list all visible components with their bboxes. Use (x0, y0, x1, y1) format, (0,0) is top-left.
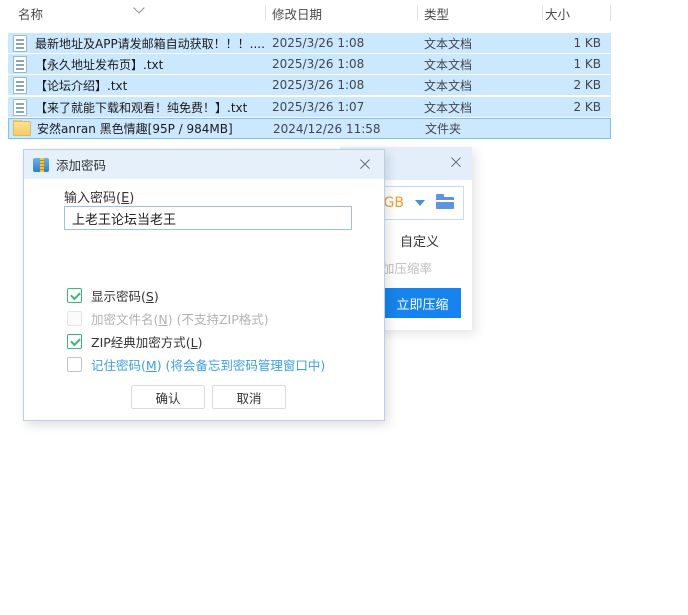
sort-ascending-icon (133, 2, 144, 13)
text-file-icon (13, 99, 27, 116)
dialog-titlebar: 添加密码 × (24, 150, 384, 179)
file-list: 名称 修改日期 类型 大小 最新地址及APP请发邮箱自动获取！！！.... 20… (8, 0, 620, 26)
file-size: 1 KB (543, 36, 601, 50)
file-size: 2 KB (543, 100, 601, 114)
checkbox-show-password[interactable]: 显示密码(S) (67, 287, 159, 303)
zip-archive-icon (33, 158, 49, 172)
file-row[interactable]: 【论坛介绍】.txt 2025/3/26 1:08 文本文档 2 KB (8, 75, 611, 95)
file-type: 文本文档 (418, 56, 543, 73)
cancel-button[interactable]: 取消 (212, 385, 286, 409)
compress-now-button[interactable]: 立即压缩 (384, 288, 461, 318)
file-name-cell: 最新地址及APP请发邮箱自动获取！！！.... (8, 35, 266, 52)
file-row[interactable]: 【永久地址发布页】.txt 2025/3/26 1:08 文本文档 1 KB (8, 54, 611, 74)
column-header-name-label: 名称 (18, 4, 43, 23)
file-name-cell: 安然anran 黑色情趣[95P / 984MB] (9, 120, 267, 137)
checkbox-checked-icon[interactable] (67, 334, 82, 349)
add-password-dialog: 添加密码 × 输入密码(E) 显示密码(S) 加密文件名(N) (不支持ZIP格… (23, 149, 385, 421)
browse-folder-icon[interactable] (436, 197, 454, 209)
custom-option[interactable]: 自定义 (400, 231, 439, 250)
close-icon[interactable]: × (354, 153, 376, 175)
file-list-header: 名称 修改日期 类型 大小 (8, 0, 620, 26)
column-header-name[interactable]: 名称 (8, 0, 266, 26)
column-header-size[interactable]: 大小 (543, 0, 611, 26)
file-row-selected[interactable]: 安然anran 黑色情趣[95P / 984MB] 2024/12/26 11:… (8, 118, 611, 139)
file-name: 安然anran 黑色情趣[95P / 984MB] (37, 120, 233, 137)
dialog-title: 添加密码 (56, 155, 106, 174)
checkbox-label: 显示密码(S) (91, 286, 159, 305)
column-header-date[interactable]: 修改日期 (266, 0, 418, 26)
checkbox-disabled-icon (67, 311, 82, 326)
file-name-cell: 【来了就能下载和观看！纯免费！】.txt (8, 99, 266, 116)
label-text: 输入密码( (64, 191, 121, 206)
checkbox-checked-icon[interactable] (67, 288, 82, 303)
file-date: 2025/3/26 1:08 (266, 78, 418, 92)
column-header-size-label: 大小 (545, 4, 570, 23)
file-type: 文本文档 (418, 77, 543, 94)
checkbox-label: 加密文件名(N) (不支持ZIP格式) (91, 309, 269, 328)
text-file-icon (13, 56, 27, 73)
chevron-down-icon (415, 200, 425, 206)
checkbox-label: ZIP经典加密方式(L) (91, 332, 203, 351)
close-icon[interactable]: × (445, 152, 467, 174)
checkbox-zip-classic-encryption[interactable]: ZIP经典加密方式(L) (67, 333, 203, 349)
checkbox-remember-password[interactable]: 记住密码(M) (将会备忘到密码管理窗口中) (67, 356, 325, 372)
confirm-button[interactable]: 确认 (131, 385, 205, 409)
file-row[interactable]: 【来了就能下载和观看！纯免费！】.txt 2025/3/26 1:07 文本文档… (8, 97, 611, 117)
compression-ratio-label: 加压缩率 (382, 258, 432, 277)
file-size: 2 KB (543, 78, 601, 92)
column-header-type-label: 类型 (424, 4, 449, 23)
text-file-icon (13, 77, 27, 94)
file-date: 2025/3/26 1:07 (266, 100, 418, 114)
text-file-icon (13, 35, 27, 52)
file-type: 文本文档 (418, 99, 543, 116)
file-name-cell: 【永久地址发布页】.txt (8, 56, 266, 73)
file-date: 2024/12/26 11:58 (267, 122, 419, 136)
column-header-date-label: 修改日期 (272, 4, 322, 23)
checkbox-label: 记住密码(M) (将会备忘到密码管理窗口中) (91, 355, 325, 374)
file-type: 文件夹 (419, 120, 544, 137)
label-text: ) (129, 191, 134, 206)
column-header-type[interactable]: 类型 (418, 0, 543, 26)
file-size: 1 KB (543, 57, 601, 71)
password-input[interactable] (64, 206, 352, 230)
file-type: 文本文档 (418, 35, 543, 52)
file-date: 2025/3/26 1:08 (266, 36, 418, 50)
file-date: 2025/3/26 1:08 (266, 57, 418, 71)
checkbox-unchecked-icon[interactable] (67, 357, 82, 372)
folder-icon (13, 121, 31, 136)
file-name: 【永久地址发布页】.txt (35, 56, 163, 73)
password-input-label: 输入密码(E) (64, 187, 134, 206)
file-name: 【论坛介绍】.txt (35, 77, 127, 94)
file-name: 【来了就能下载和观看！纯免费！】.txt (35, 99, 247, 116)
size-unit-label: GB (384, 195, 404, 211)
file-name-cell: 【论坛介绍】.txt (8, 77, 266, 94)
checkbox-encrypt-filenames: 加密文件名(N) (不支持ZIP格式) (67, 310, 269, 326)
file-row[interactable]: 最新地址及APP请发邮箱自动获取！！！.... 2025/3/26 1:08 文… (8, 33, 611, 53)
file-name: 最新地址及APP请发邮箱自动获取！！！.... (35, 35, 265, 52)
